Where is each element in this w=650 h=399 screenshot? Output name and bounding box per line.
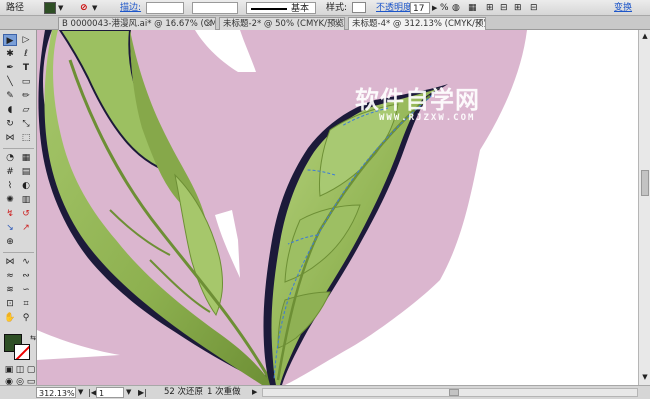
slice-tool-icon[interactable]: ↺ [19, 208, 33, 220]
status-bar: 312.13% ▼ |◀ 1 ▼ ▶| 52 次还原 1 次重做 ▶ [0, 385, 650, 399]
tools-panel: ▶ ▷ ✱ ℓ ✒ T ╲ ▭ ✎ ✏ ◖ ▱ ↻ ⤡ ⋈ ⬚ ◔ ▦ # ▤ … [0, 30, 37, 387]
vertical-scrollbar[interactable]: ▲ ▼ [638, 30, 650, 385]
horizontal-scrollbar[interactable] [262, 388, 638, 397]
redo-count: 1 次重做 [207, 387, 241, 397]
scroll-thumb[interactable] [449, 389, 459, 396]
opacity-input[interactable]: 17 [410, 2, 430, 14]
column-graph-tool-icon[interactable]: ▥ [19, 194, 33, 206]
brush-stroke-preview [251, 8, 287, 10]
graphic-style-swatch[interactable] [352, 2, 366, 13]
align-right-icon[interactable]: ⊞ [514, 2, 522, 14]
shape-builder-tool-icon[interactable]: ◔ [3, 152, 17, 164]
fill-color-swatch[interactable] [44, 2, 56, 14]
line-tool-icon[interactable]: ╲ [3, 76, 17, 88]
paintbrush-tool-icon[interactable]: ✎ [3, 90, 17, 102]
transform-label[interactable]: 变换 [614, 2, 632, 14]
artboard-tool-icon[interactable]: ↯ [3, 208, 17, 220]
stroke-none-icon[interactable]: ⊘ [80, 2, 88, 14]
magic-wand-tool-icon[interactable]: ✱ [3, 48, 17, 60]
zoom-input[interactable]: 312.13% [36, 387, 76, 398]
tab-document-3[interactable]: 未标题-4* @ 312.13% (CMYK/预览) × [348, 17, 486, 30]
align-left-icon[interactable]: ⊞ [486, 2, 494, 14]
crop-tool-icon[interactable]: ⊡ [3, 298, 17, 310]
opacity-unit: % [440, 3, 449, 13]
watermark-title: 软件自学网 [355, 86, 480, 114]
pen-tool-icon[interactable]: ✒ [3, 62, 17, 74]
magnify-icon[interactable]: ⚲ [19, 312, 33, 324]
print-tiling-tool-icon[interactable]: ⌗ [19, 298, 33, 310]
twirl-tool-icon[interactable]: ∾ [19, 270, 33, 282]
watermark-url: WWW.RJZXW.COM [379, 113, 476, 123]
tool-divider [3, 148, 34, 149]
crosshair-icon[interactable]: ⊕ [3, 236, 17, 248]
tab-document-2[interactable]: 未标题-2* @ 50% (CMYK/预览) × [219, 17, 345, 30]
knife-tool-icon[interactable]: ∿ [19, 256, 33, 268]
align-bottom-icon[interactable]: ⊟ [530, 2, 538, 14]
zoom-tool-icon[interactable]: ↗ [19, 222, 33, 234]
close-icon[interactable]: × [475, 18, 482, 30]
style-label: 样式: [326, 3, 348, 13]
hand-icon[interactable]: ✋ [3, 312, 17, 324]
scroll-down-icon[interactable]: ▼ [641, 373, 649, 383]
stroke-weight-dropdown[interactable] [146, 2, 184, 14]
artboard-input[interactable]: 1 [96, 387, 124, 398]
opacity-dropdown-icon[interactable]: ▶ [432, 2, 437, 14]
document-tab-bar: B 0000043-港漫风.ai* @ 16.67% (CMYK/预览) × 未… [0, 16, 650, 30]
variable-width-dropdown[interactable] [192, 2, 238, 14]
tab-label: 未标题-4* @ 312.13% (CMYK/预览) [352, 19, 486, 29]
tool-divider [3, 252, 34, 253]
artboard-dropdown-icon[interactable]: ▼ [126, 387, 131, 398]
fill-dropdown-icon[interactable]: ▼ [58, 2, 63, 14]
none-mode-icon[interactable]: ▢ [24, 364, 38, 376]
object-type-label: 路径 [6, 3, 25, 13]
type-tool-icon[interactable]: T [19, 62, 33, 74]
stroke-none-icon [15, 345, 29, 359]
stroke-weight-label[interactable]: 描边: [120, 2, 141, 14]
perspective-grid-tool-icon[interactable]: ▦ [19, 152, 33, 164]
align-center-icon[interactable]: ⊟ [500, 2, 508, 14]
tab-label: 未标题-2* @ 50% (CMYK/预览) [223, 19, 345, 29]
watermark: 软件自学网 WWW.RJZXW.COM [355, 80, 515, 123]
artboard-canvas[interactable]: 软件自学网 WWW.RJZXW.COM [37, 30, 650, 385]
eraser-tool-icon[interactable]: ▱ [19, 104, 33, 116]
eyedropper-tool-icon[interactable]: ⌇ [3, 180, 17, 192]
free-transform-tool-icon[interactable]: ⬚ [19, 132, 33, 144]
leaf-artwork [37, 30, 527, 385]
scissors-tool-icon[interactable]: ⋈ [3, 256, 17, 268]
undo-count: 52 次还原 [164, 387, 204, 397]
lasso-tool-icon[interactable]: ℓ [19, 48, 33, 60]
rectangle-tool-icon[interactable]: ▭ [19, 76, 33, 88]
brush-dropdown[interactable]: 基本 [246, 2, 316, 14]
blend-tool-icon[interactable]: ◐ [19, 180, 33, 192]
direct-selection-tool-icon[interactable]: ▷ [19, 34, 33, 46]
hand-tool-icon[interactable]: ↘ [3, 222, 17, 234]
brush-label: 基本 [291, 4, 310, 14]
tab-document-1[interactable]: B 0000043-港漫风.ai* @ 16.67% (CMYK/预览) × [58, 17, 216, 30]
document-setup-icon[interactable]: ▦ [468, 2, 477, 14]
scroll-up-icon[interactable]: ▲ [641, 32, 649, 42]
stroke-color-box[interactable] [14, 344, 30, 360]
pucker-tool-icon[interactable]: ≋ [3, 284, 17, 296]
stroke-dropdown-icon[interactable]: ▼ [92, 2, 97, 14]
recolor-icon[interactable]: ◍ [452, 2, 460, 14]
blob-brush-tool-icon[interactable]: ◖ [3, 104, 17, 116]
pencil-tool-icon[interactable]: ✏ [19, 90, 33, 102]
rotate-tool-icon[interactable]: ↻ [3, 118, 17, 130]
gradient-tool-icon[interactable]: ▤ [19, 166, 33, 178]
control-bar: 路径 ▼ ⊘ ▼ 描边: 基本 样式: 不透明度: 17 ▶ % ◍ ▦ ⊞ ⊟… [0, 0, 650, 16]
zoom-dropdown-icon[interactable]: ▼ [78, 387, 83, 398]
tab-label: B 0000043-港漫风.ai* @ 16.67% (CMYK/预览) [62, 19, 215, 29]
warp-tool-icon[interactable]: ≈ [3, 270, 17, 282]
symbol-sprayer-tool-icon[interactable]: ✺ [3, 194, 17, 206]
status-menu-icon[interactable]: ▶ [252, 387, 257, 398]
close-icon[interactable]: × [334, 18, 341, 30]
scale-tool-icon[interactable]: ⤡ [19, 118, 33, 130]
scroll-thumb[interactable] [641, 170, 649, 196]
width-tool-icon[interactable]: ⋈ [3, 132, 17, 144]
mesh-tool-icon[interactable]: # [3, 166, 17, 178]
next-artboard-icon[interactable]: ▶| [138, 387, 147, 398]
selection-tool-icon[interactable]: ▶ [3, 34, 17, 46]
bloat-tool-icon[interactable]: ∽ [19, 284, 33, 296]
close-icon[interactable]: × [205, 18, 212, 30]
